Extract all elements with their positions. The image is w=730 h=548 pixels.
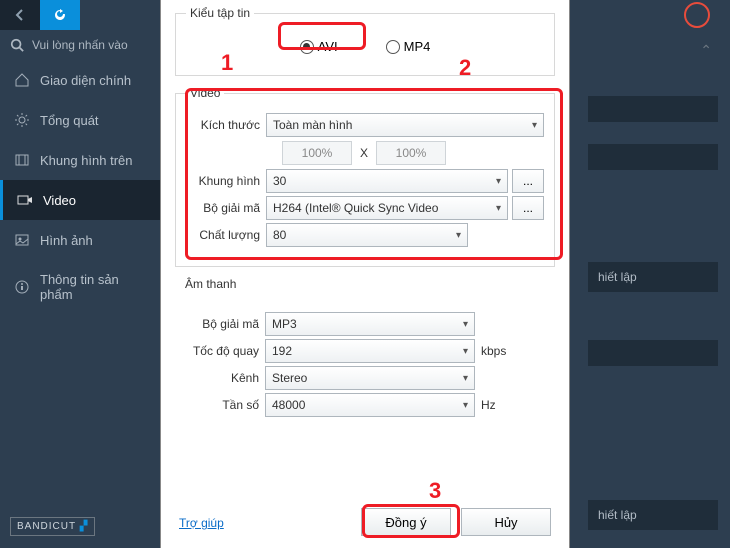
- filetype-legend: Kiểu tập tin: [186, 6, 254, 20]
- codec-more-button[interactable]: ...: [512, 196, 544, 220]
- image-icon: [14, 232, 30, 248]
- search-row[interactable]: Vui lòng nhấn vào: [0, 30, 160, 60]
- sidebar-item-general[interactable]: Tổng quát: [0, 100, 160, 140]
- sidebar-item-about[interactable]: Thông tin sản phẩm: [0, 260, 160, 314]
- sidebar-item-label: Thông tin sản phẩm: [40, 272, 146, 302]
- ok-button[interactable]: Đồng ý: [361, 508, 451, 536]
- settings-button[interactable]: hiết lập: [588, 262, 718, 292]
- sidebar-item-video[interactable]: Video: [0, 180, 160, 220]
- sidebar-item-image[interactable]: Hình ảnh: [0, 220, 160, 260]
- bg-field: [588, 96, 718, 122]
- video-group: Video Kích thước Toàn màn hình▾ 100% X 1…: [175, 86, 555, 267]
- sidebar-item-label: Khung hình trên: [40, 153, 133, 168]
- chevron-down-icon: ▾: [532, 120, 537, 131]
- sidebar-item-label: Video: [43, 193, 76, 208]
- help-link[interactable]: Trợ giúp: [179, 516, 224, 530]
- chevron-down-icon: ▾: [463, 373, 468, 384]
- freq-label: Tần số: [185, 398, 265, 412]
- fps-select[interactable]: 30▾: [266, 169, 508, 193]
- bg-field: [588, 340, 718, 366]
- sidebar: Vui lòng nhấn vào Giao diện chính Tổng q…: [0, 0, 160, 548]
- radio-dot-icon: [386, 40, 400, 54]
- bitrate-select[interactable]: 192▾: [265, 339, 475, 363]
- back-button[interactable]: [0, 0, 40, 30]
- video-legend: Video: [186, 86, 224, 100]
- filetype-group: Kiểu tập tin AVI MP4: [175, 6, 555, 76]
- channel-select[interactable]: Stereo▾: [265, 366, 475, 390]
- fps-label: Khung hình: [186, 174, 266, 188]
- chevron-up-icon[interactable]: ⌃: [700, 42, 712, 59]
- topbar: [0, 0, 160, 30]
- chevron-down-icon: ▾: [496, 203, 501, 214]
- size-label: Kích thước: [186, 118, 266, 132]
- chevron-down-icon: ▾: [463, 346, 468, 357]
- sidebar-item-label: Giao diện chính: [40, 73, 131, 88]
- radio-mp4[interactable]: MP4: [379, 36, 438, 57]
- record-icon: [684, 2, 710, 28]
- fps-icon: [14, 152, 30, 168]
- acodec-label: Bộ giải mã: [185, 317, 265, 331]
- x-label: X: [360, 146, 368, 160]
- quality-label: Chất lượng: [186, 228, 266, 242]
- fps-more-button[interactable]: ...: [512, 169, 544, 193]
- gear-icon: [14, 112, 30, 128]
- acodec-select[interactable]: MP3▾: [265, 312, 475, 336]
- refresh-button[interactable]: [40, 0, 80, 30]
- cancel-button[interactable]: Hủy: [461, 508, 551, 536]
- background-panel: ⌃ hiết lập hiết lập: [560, 0, 730, 548]
- audio-group: Âm thanh Bộ giải mã MP3▾ Tốc độ quay 192…: [175, 277, 555, 432]
- codec-select[interactable]: H264 (Intel® Quick Sync Video▾: [266, 196, 508, 220]
- sidebar-item-label: Tổng quát: [40, 113, 99, 128]
- annotation-3: 3: [429, 478, 441, 504]
- bg-field: [588, 144, 718, 170]
- quality-select[interactable]: 80▾: [266, 223, 468, 247]
- search-icon: [10, 38, 24, 52]
- chevron-down-icon: ▾: [456, 230, 461, 241]
- height-percent-input[interactable]: 100%: [376, 141, 446, 165]
- video-icon: [17, 192, 33, 208]
- settings-button[interactable]: hiết lập: [588, 500, 718, 530]
- bitrate-label: Tốc độ quay: [185, 344, 265, 358]
- freq-select[interactable]: 48000▾: [265, 393, 475, 417]
- audio-legend: Âm thanh: [181, 277, 240, 299]
- freq-unit: Hz: [481, 398, 496, 412]
- codec-label: Bộ giải mã: [186, 201, 266, 215]
- bitrate-unit: kbps: [481, 344, 506, 358]
- size-select[interactable]: Toàn màn hình▾: [266, 113, 544, 137]
- chevron-down-icon: ▾: [463, 400, 468, 411]
- format-dialog: Kiểu tập tin AVI MP4 Video Kích thước To…: [160, 0, 570, 548]
- home-icon: [14, 72, 30, 88]
- sidebar-item-fps[interactable]: Khung hình trên: [0, 140, 160, 180]
- width-percent-input[interactable]: 100%: [282, 141, 352, 165]
- chevron-down-icon: ▾: [463, 319, 468, 330]
- sidebar-item-home[interactable]: Giao diện chính: [0, 60, 160, 100]
- radio-dot-icon: [300, 40, 314, 54]
- info-icon: [14, 279, 30, 295]
- bandicut-brand: BANDICUT ▞: [10, 517, 95, 536]
- chevron-down-icon: ▾: [496, 176, 501, 187]
- channel-label: Kênh: [185, 371, 265, 385]
- sidebar-item-label: Hình ảnh: [40, 233, 93, 248]
- radio-avi[interactable]: AVI: [293, 36, 345, 57]
- search-placeholder: Vui lòng nhấn vào: [32, 38, 128, 52]
